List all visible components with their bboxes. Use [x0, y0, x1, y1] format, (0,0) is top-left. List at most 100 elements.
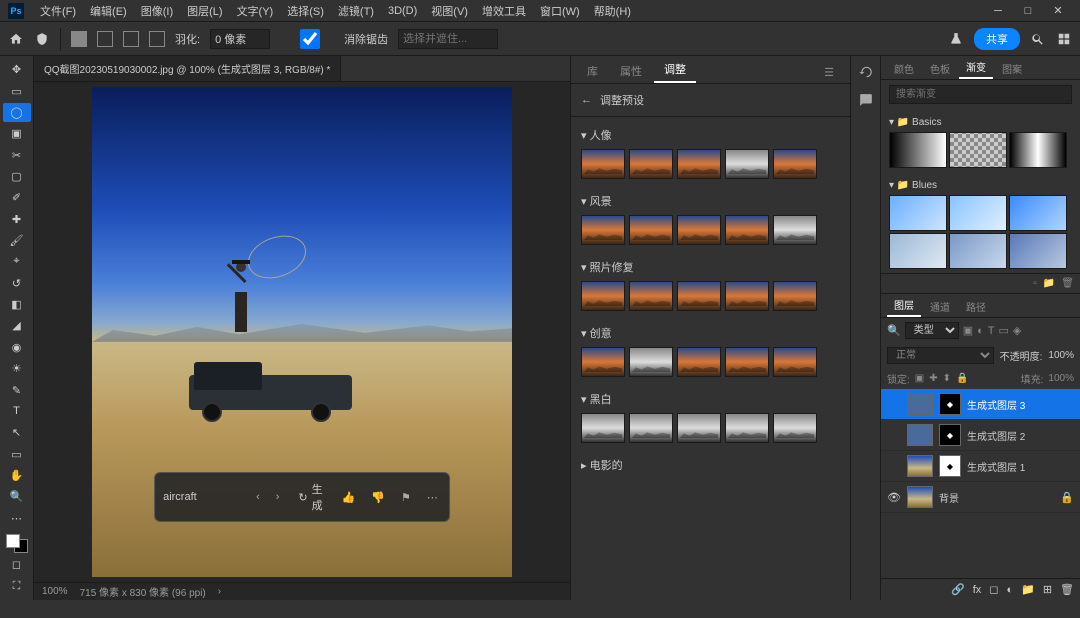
- preset-thumb[interactable]: [629, 347, 673, 377]
- preset-thumb[interactable]: [581, 149, 625, 179]
- beaker-icon[interactable]: [948, 31, 964, 47]
- layer-row[interactable]: ◆ 生成式图层 3: [881, 389, 1080, 420]
- search-icon[interactable]: [1030, 31, 1046, 47]
- hand-tool[interactable]: ✋: [3, 466, 31, 485]
- thumbs-up-icon[interactable]: 👍: [339, 491, 359, 504]
- share-button[interactable]: 共享: [974, 28, 1020, 50]
- layer-name[interactable]: 生成式图层 3: [967, 397, 1074, 412]
- preset-thumb[interactable]: [581, 413, 625, 443]
- gradient-swatch[interactable]: [1009, 132, 1067, 168]
- new-layer-icon[interactable]: ⊞: [1043, 583, 1052, 596]
- preset-thumb[interactable]: [629, 413, 673, 443]
- gradient-swatch[interactable]: [949, 233, 1007, 269]
- preset-group-creative[interactable]: ▾ 创意: [581, 319, 840, 347]
- delete-layer-icon[interactable]: 🗑: [1060, 583, 1074, 596]
- layer-filter-select[interactable]: 类型: [905, 322, 959, 339]
- preset-thumb[interactable]: [773, 413, 817, 443]
- tab-swatches[interactable]: 色板: [923, 58, 957, 79]
- preset-group-landscape[interactable]: ▾ 风景: [581, 187, 840, 215]
- gradient-tool[interactable]: ◢: [3, 316, 31, 335]
- layer-thumbnail[interactable]: [907, 455, 933, 477]
- preset-group-portrait[interactable]: ▾ 人像: [581, 121, 840, 149]
- selection-add-icon[interactable]: [97, 31, 113, 47]
- eraser-tool[interactable]: ◧: [3, 295, 31, 314]
- preset-thumb[interactable]: [581, 347, 625, 377]
- filter-image-icon[interactable]: ▣: [963, 324, 973, 337]
- menu-filter[interactable]: 滤镜(T): [332, 1, 380, 21]
- screenmode-tool[interactable]: ⛶: [3, 577, 31, 596]
- menu-view[interactable]: 视图(V): [425, 1, 474, 21]
- preset-group-photo-repair[interactable]: ▾ 照片修复: [581, 253, 840, 281]
- move-tool[interactable]: ✥: [3, 60, 31, 79]
- document-info[interactable]: 715 像素 x 830 像素 (96 ppi): [80, 584, 206, 599]
- tab-adjustments[interactable]: 调整: [654, 57, 696, 83]
- tab-color[interactable]: 颜色: [887, 58, 921, 79]
- gradient-search-input[interactable]: [889, 85, 1072, 104]
- preset-thumb[interactable]: [725, 149, 769, 179]
- delete-icon[interactable]: 🗑: [1061, 278, 1074, 289]
- layer-thumbnail[interactable]: [907, 424, 933, 446]
- layer-row[interactable]: ◆ 生成式图层 2: [881, 420, 1080, 451]
- type-tool[interactable]: T: [3, 402, 31, 421]
- preset-group-cinematic[interactable]: ▸ 电影的: [581, 451, 840, 479]
- zoom-level[interactable]: 100%: [42, 586, 68, 597]
- filter-shape-icon[interactable]: ▭: [999, 324, 1009, 337]
- tab-library[interactable]: 库: [577, 59, 608, 83]
- gradient-swatch[interactable]: [949, 132, 1007, 168]
- gradient-swatch[interactable]: [889, 233, 947, 269]
- color-swatch[interactable]: [6, 534, 28, 553]
- select-mask-input[interactable]: [398, 29, 498, 49]
- antialias-checkbox[interactable]: 消除锯齿: [280, 29, 388, 49]
- preset-group-bw[interactable]: ▾ 黑白: [581, 385, 840, 413]
- preset-thumb[interactable]: [725, 281, 769, 311]
- generative-prompt-input[interactable]: [163, 491, 243, 503]
- eyedropper-tool[interactable]: ✐: [3, 188, 31, 207]
- preset-thumb[interactable]: [677, 281, 721, 311]
- new-group-icon[interactable]: 📁: [1021, 583, 1035, 596]
- menu-layer[interactable]: 图层(L): [181, 1, 228, 21]
- preset-thumb[interactable]: [677, 347, 721, 377]
- menu-select[interactable]: 选择(S): [281, 1, 330, 21]
- layer-mask-thumbnail[interactable]: ◆: [939, 455, 961, 477]
- window-restore-button[interactable]: □: [1014, 5, 1042, 17]
- gradient-swatch[interactable]: [1009, 233, 1067, 269]
- layer-mask-thumbnail[interactable]: ◆: [939, 393, 961, 415]
- frame-tool[interactable]: ▢: [3, 167, 31, 186]
- adjustment-layer-icon[interactable]: ◐: [1006, 584, 1013, 596]
- flag-icon[interactable]: ⚑: [398, 491, 414, 504]
- brush-tool[interactable]: 🖌: [3, 231, 31, 250]
- healing-tool[interactable]: ✚: [3, 210, 31, 229]
- new-folder-icon[interactable]: 📁: [1043, 278, 1055, 289]
- prev-variation-icon[interactable]: ‹: [253, 491, 263, 503]
- layer-row[interactable]: ◆ 生成式图层 1: [881, 451, 1080, 482]
- tab-layers[interactable]: 图层: [887, 294, 921, 317]
- back-icon[interactable]: ←: [581, 94, 592, 106]
- window-minimize-button[interactable]: ─: [984, 5, 1012, 17]
- tab-gradients[interactable]: 渐变: [959, 56, 993, 79]
- edit-toolbar[interactable]: ⋯: [3, 509, 31, 528]
- lock-pixels-icon[interactable]: ▣: [915, 373, 924, 384]
- clone-tool[interactable]: ⌖: [3, 252, 31, 271]
- preset-thumb[interactable]: [725, 347, 769, 377]
- tab-paths[interactable]: 路径: [959, 296, 993, 317]
- layer-name[interactable]: 生成式图层 2: [967, 428, 1074, 443]
- preset-thumb[interactable]: [677, 149, 721, 179]
- menu-image[interactable]: 图像(I): [135, 1, 179, 21]
- more-icon[interactable]: ⋯: [424, 491, 441, 504]
- layer-thumbnail[interactable]: [907, 393, 933, 415]
- path-select-tool[interactable]: ↖: [3, 423, 31, 442]
- blur-tool[interactable]: ◉: [3, 338, 31, 357]
- lock-position-icon[interactable]: ✚: [929, 373, 937, 384]
- thumbs-down-icon[interactable]: 👎: [368, 491, 388, 504]
- object-select-tool[interactable]: ▣: [3, 124, 31, 143]
- preset-thumb[interactable]: [677, 413, 721, 443]
- tab-properties[interactable]: 属性: [610, 59, 652, 83]
- preset-thumb[interactable]: [629, 215, 673, 245]
- gradient-swatch[interactable]: [889, 195, 947, 231]
- crop-tool[interactable]: ✂: [3, 145, 31, 164]
- tab-patterns[interactable]: 图案: [995, 58, 1029, 79]
- preset-thumb[interactable]: [773, 149, 817, 179]
- layer-mask-thumbnail[interactable]: ◆: [939, 424, 961, 446]
- blend-mode-select[interactable]: 正常: [887, 347, 994, 364]
- preset-thumb[interactable]: [581, 281, 625, 311]
